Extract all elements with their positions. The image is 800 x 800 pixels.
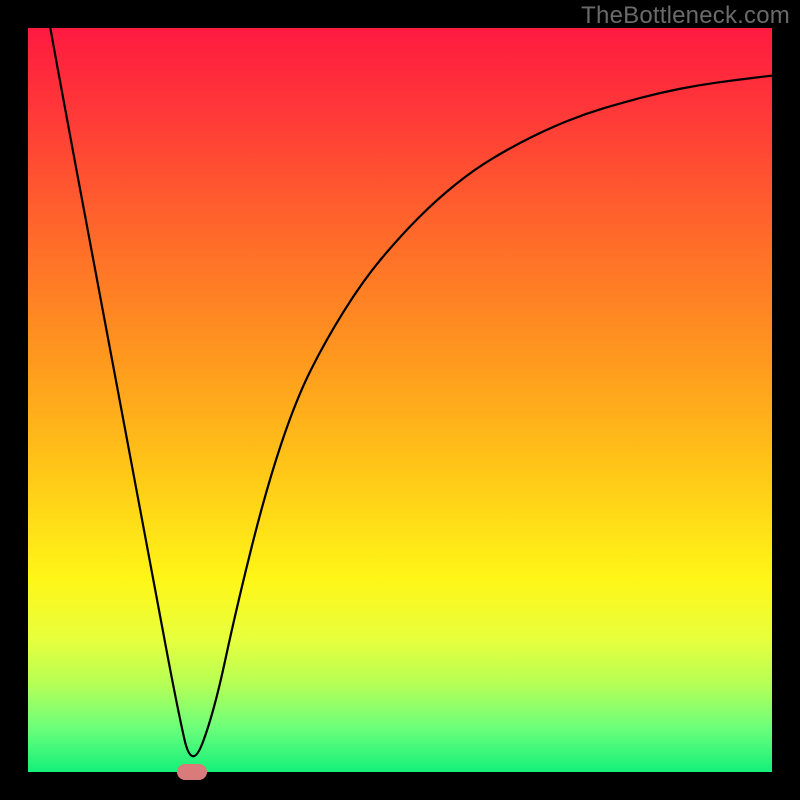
curve-svg bbox=[28, 28, 772, 772]
chart-plot-area bbox=[28, 28, 772, 772]
chart-frame: TheBottleneck.com bbox=[0, 0, 800, 800]
watermark-text: TheBottleneck.com bbox=[581, 2, 790, 30]
optimal-point-marker bbox=[177, 764, 207, 780]
bottleneck-curve-path bbox=[50, 28, 772, 756]
